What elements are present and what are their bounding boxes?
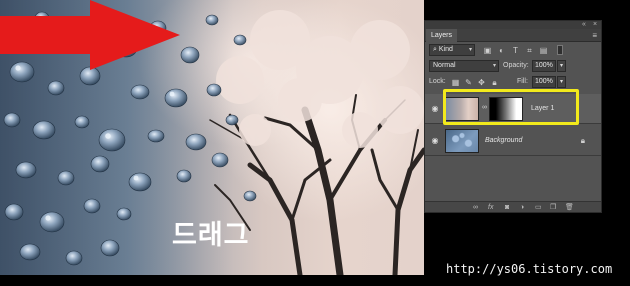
panel-menu-icon[interactable]: ≡ — [592, 29, 597, 42]
lock-image-icon[interactable]: ✎ — [464, 78, 473, 87]
blend-row: Normal ▾ Opacity: 100% ▾ — [425, 59, 601, 73]
layer-name[interactable]: Background — [485, 135, 522, 147]
filter-toggle-switch[interactable] — [557, 45, 563, 55]
lock-label: Lock: — [429, 78, 446, 85]
type-filter-icon[interactable]: T — [511, 46, 520, 55]
shape-filter-icon[interactable]: ⌗ — [525, 46, 534, 55]
blend-mode-select[interactable]: Normal ▾ — [429, 60, 499, 72]
filter-kind-select[interactable]: ⌕ Kind ▾ — [429, 44, 475, 56]
panel-tab-bar: Layers ≡ — [425, 29, 601, 42]
blend-mode-value: Normal — [433, 62, 456, 69]
link-icon[interactable]: ∞ — [473, 202, 478, 213]
smart-object-filter-icon[interactable]: ▤ — [539, 46, 548, 55]
image-filter-icon[interactable]: ▣ — [483, 46, 492, 55]
x-icon[interactable]: × — [593, 21, 597, 29]
group-icon[interactable]: ▭ — [535, 202, 542, 213]
background-thumbnail[interactable] — [445, 129, 479, 153]
eye-icon[interactable]: ◉ — [430, 136, 440, 145]
watermark-url: http://ys06.tistory.com — [446, 262, 613, 276]
chevron-down-icon: ▾ — [492, 63, 496, 69]
lock-position-icon[interactable]: ✥ — [477, 78, 486, 87]
mask-icon[interactable]: ◙ — [505, 202, 509, 213]
layer-row-background[interactable]: ◉ Background 🔒︎ — [425, 126, 601, 156]
eye-icon[interactable]: ◉ — [430, 104, 440, 113]
opacity-field[interactable]: 100% — [532, 60, 556, 72]
new-layer-icon[interactable]: ❐ — [550, 202, 556, 213]
chevron-down-icon: ▾ — [468, 47, 472, 53]
photo-canvas[interactable]: 드래그 — [0, 0, 424, 275]
trash-icon[interactable]: 🗑︎ — [565, 202, 574, 213]
panel-bottom-toolbar: ∞ fx ◙ ◑ ▭ ❐ 🗑︎ — [425, 201, 601, 212]
adjustment-icon[interactable]: ◑ — [520, 202, 524, 213]
filter-kind-label: Kind — [438, 46, 453, 53]
opacity-dropdown-button[interactable]: ▾ — [557, 60, 566, 72]
layer-1-highlight-box — [443, 89, 579, 125]
fill-value: 100% — [535, 78, 553, 85]
opacity-value: 100% — [535, 62, 553, 69]
lock-icon: 🔒︎ — [580, 136, 585, 145]
opacity-label: Opacity: — [503, 62, 529, 69]
fill-dropdown-button[interactable]: ▾ — [557, 76, 566, 88]
drag-arrow-icon — [0, 0, 180, 70]
lock-all-icon[interactable]: 🔒︎ — [490, 78, 499, 87]
fill-field[interactable]: 100% — [532, 76, 556, 88]
lock-row: Lock: ▦ ✎ ✥ 🔒︎ Fill: 100% ▾ — [425, 75, 601, 89]
tab-layers[interactable]: Layers — [426, 29, 458, 42]
filter-row: ⌕ Kind ▾ ▣ ◐ T ⌗ ▤ — [425, 43, 601, 57]
panel-title-bar: « × — [425, 21, 601, 29]
adjustment-filter-icon[interactable]: ◐ — [497, 46, 506, 55]
lock-transparent-icon[interactable]: ▦ — [451, 78, 460, 87]
fill-label: Fill: — [517, 78, 528, 85]
fx-icon[interactable]: fx — [488, 202, 493, 213]
double-arrow-icon[interactable]: « — [582, 21, 586, 29]
drag-label: 드래그 — [172, 220, 250, 251]
